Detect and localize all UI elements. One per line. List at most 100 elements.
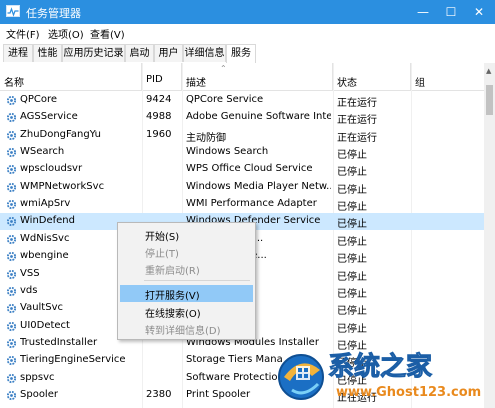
service-gear-icon xyxy=(6,165,17,175)
vertical-scrollbar[interactable]: ▲ xyxy=(484,63,495,408)
tab-processes[interactable]: 进程 xyxy=(3,44,33,62)
column-header-status-label: 状态 xyxy=(337,78,357,89)
tab-startup[interactable]: 启动 xyxy=(125,44,154,62)
row-name: WSearch xyxy=(20,146,65,158)
context-menu-go-to-details[interactable]: 转到详细信息(D) xyxy=(120,320,253,337)
service-gear-icon xyxy=(6,182,17,192)
menu-file[interactable]: 文件(F) xyxy=(6,26,40,41)
column-header-status[interactable]: 状态 xyxy=(333,63,411,90)
maximize-button[interactable]: ☐ xyxy=(437,0,465,24)
table-row[interactable]: WSearch Windows Search 已停止 xyxy=(0,144,484,161)
watermark-title: 系统之家 xyxy=(327,352,433,383)
row-status: 正在运行 xyxy=(337,132,377,144)
tab-app-history[interactable]: 应用历史记录 xyxy=(62,44,125,62)
close-button[interactable]: ✕ xyxy=(465,0,493,24)
context-menu-stop[interactable]: 停止(T) xyxy=(120,243,253,260)
row-status: 已停止 xyxy=(337,323,367,335)
service-gear-icon xyxy=(6,234,17,244)
context-menu-restart-label: 重新启动(R) xyxy=(145,266,200,277)
service-gear-icon xyxy=(6,217,17,227)
row-status: 正在运行 xyxy=(337,115,377,127)
tab-performance[interactable]: 性能 xyxy=(33,44,62,62)
row-pid: 4988 xyxy=(146,111,172,123)
window-title: 任务管理器 xyxy=(26,7,81,20)
row-status: 已停止 xyxy=(337,219,367,231)
row-name: WMPNetworkSvc xyxy=(20,180,105,192)
context-menu-open-services[interactable]: 打开服务(V) xyxy=(120,285,253,302)
column-header-group[interactable]: 组 xyxy=(411,63,484,90)
row-name: TieringEngineService xyxy=(20,354,126,366)
row-description: WPS Office Cloud Service xyxy=(186,163,313,175)
column-header-group-label: 组 xyxy=(415,78,425,89)
tab-details[interactable]: 详细信息 xyxy=(183,44,226,62)
row-name: ZhuDongFangYu xyxy=(20,128,101,140)
column-header-bar: 名称 PID 描述 状态 组 xyxy=(0,63,495,91)
menu-bar: 文件(F) 选项(O) 查看(V) xyxy=(0,24,495,41)
service-gear-icon xyxy=(6,338,17,348)
row-description: WMI Performance Adapter xyxy=(186,198,317,210)
service-gear-icon xyxy=(6,130,17,140)
service-gear-icon xyxy=(6,147,17,158)
context-menu-open-services-label: 打开服务(V) xyxy=(145,291,200,302)
task-manager-icon xyxy=(6,5,20,17)
column-header-description-label: 描述 xyxy=(186,78,206,89)
watermark-logo-icon xyxy=(278,354,324,400)
table-row[interactable]: QPCore 9424 QPCore Service 正在运行 xyxy=(0,92,484,109)
row-description: Windows Search xyxy=(186,146,269,158)
context-menu-stop-label: 停止(T) xyxy=(145,249,179,260)
tab-users[interactable]: 用户 xyxy=(154,44,183,62)
watermark-url: www.Ghost123.com xyxy=(336,385,482,400)
row-pid: 1960 xyxy=(146,128,172,140)
column-header-description[interactable]: 描述 xyxy=(182,63,333,90)
title-bar[interactable]: 任务管理器 — ☐ ✕ xyxy=(0,0,495,24)
service-gear-icon xyxy=(6,95,17,106)
tab-services[interactable]: 服务 xyxy=(226,44,256,64)
row-status: 已停止 xyxy=(337,271,367,283)
row-name: Spooler xyxy=(20,388,58,400)
tab-strip: 进程 性能 应用历史记录 启动 用户 详细信息 服务 xyxy=(0,41,495,64)
table-row[interactable]: WMPNetworkSvc Windows Media Player Netw..… xyxy=(0,179,484,196)
row-status: 已停止 xyxy=(337,288,367,300)
row-status: 已停止 xyxy=(337,254,367,266)
row-status: 已停止 xyxy=(337,184,367,196)
menu-view[interactable]: 查看(V) xyxy=(90,26,125,41)
table-row[interactable]: AGSService 4988 Adobe Genuine Software Int… xyxy=(0,109,484,126)
table-row[interactable]: ZhuDongFangYu 1960 主动防御 正在运行 xyxy=(0,127,484,144)
context-menu-restart[interactable]: 重新启动(R) xyxy=(120,260,253,277)
service-gear-icon xyxy=(6,200,17,210)
minimize-button[interactable]: — xyxy=(409,0,437,24)
context-menu-search-online[interactable]: 在线搜索(O) xyxy=(120,303,253,320)
row-pid: 2380 xyxy=(146,388,172,400)
service-gear-icon xyxy=(6,252,17,262)
context-menu-start-label: 开始(S) xyxy=(145,232,180,243)
row-status: 已停止 xyxy=(337,167,367,179)
column-header-name[interactable]: 名称 xyxy=(0,63,142,90)
row-status: 正在运行 xyxy=(337,98,377,109)
column-header-pid[interactable]: PID xyxy=(142,63,182,90)
row-status: 已停止 xyxy=(337,150,367,162)
service-gear-icon xyxy=(6,390,17,401)
row-status: 已停止 xyxy=(337,306,367,318)
column-header-pid-label: PID xyxy=(146,74,163,85)
sort-indicator-icon: ⌃ xyxy=(220,64,227,73)
row-status: 已停止 xyxy=(337,202,367,214)
context-menu-separator xyxy=(144,280,250,281)
row-description: QPCore Service xyxy=(186,94,264,105)
row-name: AGSService xyxy=(20,111,78,123)
service-gear-icon xyxy=(6,286,17,296)
context-menu-start[interactable]: 开始(S) xyxy=(120,226,253,243)
scrollbar-thumb[interactable] xyxy=(486,85,493,115)
service-gear-icon xyxy=(6,321,17,331)
table-row[interactable]: wmiApSrv WMI Performance Adapter 已停止 xyxy=(0,196,484,213)
row-name: QPCore xyxy=(20,94,58,105)
service-gear-icon xyxy=(6,356,17,366)
column-header-name-label: 名称 xyxy=(4,78,24,89)
context-menu-go-to-details-label: 转到详细信息(D) xyxy=(145,326,221,337)
scroll-up-icon[interactable]: ▲ xyxy=(486,67,491,75)
service-gear-icon xyxy=(6,269,17,279)
service-gear-icon xyxy=(6,373,17,383)
service-gear-icon xyxy=(6,113,17,123)
table-row[interactable]: wpscloudsvr WPS Office Cloud Service 已停止 xyxy=(0,161,484,178)
menu-options[interactable]: 选项(O) xyxy=(48,26,84,41)
service-gear-icon xyxy=(6,304,17,314)
